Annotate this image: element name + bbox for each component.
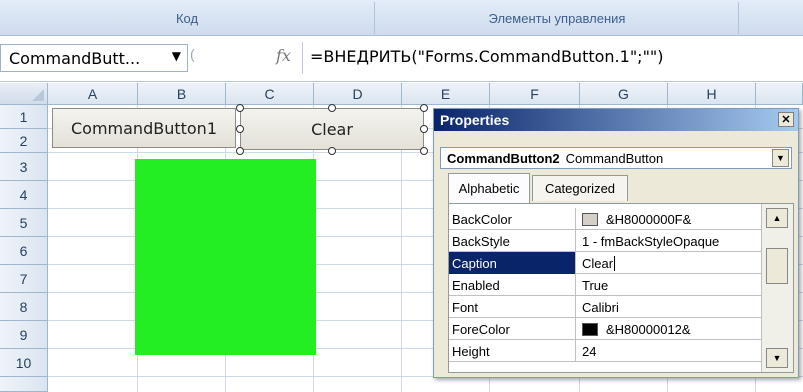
scroll-down-icon[interactable]: ▼ — [766, 348, 788, 368]
property-value[interactable]: &H80000012& — [578, 318, 761, 340]
property-name: Caption — [449, 252, 576, 274]
row-header-5[interactable]: 5 — [0, 209, 48, 237]
color-swatch — [582, 212, 598, 226]
resize-handle-nw[interactable] — [236, 104, 244, 112]
column-header-c[interactable]: C — [226, 83, 314, 105]
formula-separator — [302, 42, 303, 74]
select-all-corner[interactable] — [0, 83, 48, 105]
property-name: Enabled — [449, 274, 576, 296]
property-name: ForeColor — [449, 318, 576, 340]
column-header-e[interactable]: E — [402, 83, 490, 105]
tab-categorized-label: Categorized — [544, 181, 616, 196]
name-box[interactable]: CommandButt... ▼ — [0, 44, 188, 72]
tab-alphabetic[interactable]: Alphabetic — [448, 173, 530, 203]
property-value-text: Clear — [582, 255, 614, 271]
clear-button[interactable]: Clear — [240, 108, 424, 150]
ribbon-separator — [374, 2, 375, 34]
resize-handle-w[interactable] — [236, 125, 244, 133]
chevron-down-icon[interactable]: ▼ — [172, 49, 181, 63]
row-header-2[interactable]: 2 — [0, 129, 48, 153]
column-header-d[interactable]: D — [314, 83, 402, 105]
column-header-g[interactable]: G — [580, 83, 668, 105]
resize-handle-sw[interactable] — [236, 147, 244, 155]
property-row-caption[interactable]: Caption Clear — [449, 252, 761, 274]
tab-alphabetic-label: Alphabetic — [458, 181, 520, 196]
property-value[interactable]: 24 — [578, 340, 761, 362]
property-value[interactable]: True — [578, 274, 761, 296]
properties-title: Properties — [440, 112, 510, 128]
object-type: CommandButton — [565, 150, 664, 166]
property-value-text: &H8000000F& — [606, 211, 692, 227]
formula-bar: CommandButt... ▼ ( fx =ВНЕДРИТЬ("Forms.C… — [0, 36, 803, 82]
column-header-next[interactable] — [756, 83, 803, 105]
property-grid: BackColor &H8000000F& BackStyle 1 - fmBa… — [448, 203, 794, 373]
ribbon-separator — [738, 2, 739, 34]
row-header-4[interactable]: 4 — [0, 181, 48, 209]
close-icon[interactable]: ✕ — [778, 112, 794, 127]
row-header-6[interactable]: 6 — [0, 237, 48, 265]
property-value[interactable]: Calibri — [578, 296, 761, 318]
command-button-1-label: CommandButton1 — [70, 118, 217, 138]
property-name: BackStyle — [449, 230, 576, 252]
row-header-7[interactable]: 7 — [0, 265, 48, 293]
property-row-font[interactable]: Font Calibri — [449, 296, 761, 318]
text-cursor — [614, 255, 616, 271]
command-button-1[interactable]: CommandButton1 — [52, 108, 236, 148]
property-value-text: &H80000012& — [606, 321, 691, 337]
property-row-enabled[interactable]: Enabled True — [449, 274, 761, 296]
ribbon-group-strip: Код Элементы управления — [0, 0, 803, 36]
formula-input[interactable]: =ВНЕДРИТЬ("Forms.CommandButton.1";"") — [310, 47, 664, 66]
name-box-value: CommandButt... — [9, 48, 141, 68]
insert-function-icon[interactable]: fx — [276, 46, 291, 65]
row-header-next[interactable] — [0, 377, 48, 392]
column-header-a[interactable]: A — [48, 83, 138, 105]
property-name: Font — [449, 296, 576, 318]
scrollbar-thumb[interactable] — [766, 248, 788, 284]
resize-handle-s[interactable] — [328, 147, 336, 155]
row-header-3[interactable]: 3 — [0, 153, 48, 181]
object-name: CommandButton2 — [447, 150, 560, 166]
property-value[interactable]: 1 - fmBackStyleOpaque — [578, 230, 761, 252]
resize-handle-n[interactable] — [328, 104, 336, 112]
column-header-f[interactable]: F — [490, 83, 580, 105]
row-header-1[interactable]: 1 — [0, 105, 48, 129]
chevron-down-icon[interactable]: ▼ — [772, 149, 789, 167]
property-row-backcolor[interactable]: BackColor &H8000000F& — [449, 208, 761, 230]
column-header-h[interactable]: H — [668, 83, 756, 105]
resize-handle-e[interactable] — [420, 125, 428, 133]
property-row-height[interactable]: Height 24 — [449, 340, 761, 362]
row-header-8[interactable]: 8 — [0, 293, 48, 321]
property-value[interactable]: &H8000000F& — [578, 208, 761, 230]
resize-handle-se[interactable] — [420, 147, 428, 155]
resize-handle-icon[interactable]: ( — [190, 46, 208, 70]
color-swatch — [582, 322, 598, 336]
tab-categorized[interactable]: Categorized — [532, 175, 628, 201]
resize-handle-ne[interactable] — [420, 104, 428, 112]
ribbon-group-controls: Элементы управления — [488, 10, 626, 26]
clear-button-label: Clear — [311, 119, 353, 139]
properties-title-bar[interactable]: Properties ✕ — [434, 109, 798, 131]
object-selector[interactable]: CommandButton2 CommandButton ▼ — [440, 147, 792, 169]
ribbon-group-code: Код — [175, 10, 199, 26]
column-header-b[interactable]: B — [138, 83, 226, 105]
property-row-forecolor[interactable]: ForeColor &H80000012& — [449, 318, 761, 340]
property-name: Height — [449, 340, 576, 362]
vertical-scrollbar[interactable]: ▲ ▼ — [761, 204, 793, 372]
property-name: BackColor — [449, 208, 576, 230]
properties-window: Properties ✕ CommandButton2 CommandButto… — [433, 108, 799, 378]
row-header-9[interactable]: 9 — [0, 321, 48, 349]
green-rectangle-shape[interactable] — [135, 159, 316, 355]
property-row-backstyle[interactable]: BackStyle 1 - fmBackStyleOpaque — [449, 230, 761, 252]
scroll-up-icon[interactable]: ▲ — [766, 208, 788, 228]
select-all-triangle-icon — [32, 89, 44, 101]
row-header-10[interactable]: 10 — [0, 349, 48, 377]
caption-value-input[interactable]: Clear — [578, 252, 761, 274]
